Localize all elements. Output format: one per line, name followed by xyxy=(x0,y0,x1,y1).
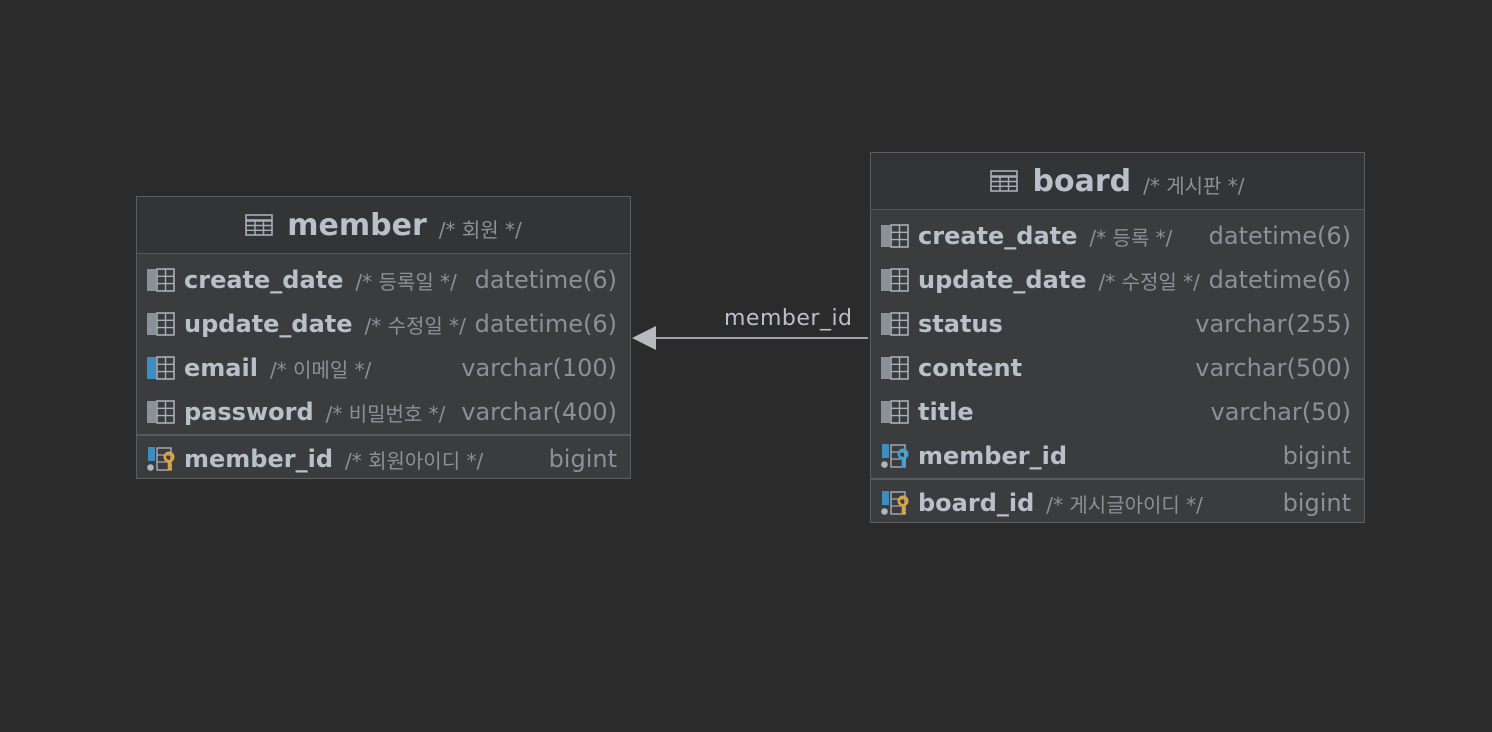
column-icon xyxy=(881,268,909,292)
column-name: member_id xyxy=(184,445,333,473)
column-name: status xyxy=(918,310,1003,338)
column-type: datetime(6) xyxy=(474,310,617,338)
column-row[interactable]: update_date /* 수정일 */ datetime(6) xyxy=(871,258,1364,302)
column-name: password xyxy=(184,398,314,426)
table-icon xyxy=(245,214,273,236)
column-type: datetime(6) xyxy=(474,266,617,294)
column-type: varchar(400) xyxy=(461,398,617,426)
column-name: title xyxy=(918,398,974,426)
entity-title: member xyxy=(287,207,427,243)
column-name: board_id xyxy=(918,489,1035,517)
column-list: create_date /* 등록일 */ datetime(6) update… xyxy=(137,254,630,434)
table-icon xyxy=(990,170,1018,192)
column-row[interactable]: member_id bigint xyxy=(871,434,1364,478)
column-comment: /* 등록 */ xyxy=(1089,225,1173,250)
column-name: member_id xyxy=(918,442,1067,470)
column-type: varchar(500) xyxy=(1195,354,1351,382)
entity-board[interactable]: board /* 게시판 */ create_date /* 등록 */ dat… xyxy=(870,152,1365,523)
column-icon xyxy=(147,400,175,424)
column-row[interactable]: create_date /* 등록 */ datetime(6) xyxy=(871,214,1364,258)
primary-key-icon xyxy=(147,447,175,471)
primary-key-row[interactable]: member_id /* 회원아이디 */ bigint xyxy=(137,437,630,481)
column-name: content xyxy=(918,354,1023,382)
column-type: bigint xyxy=(1282,442,1351,470)
column-row[interactable]: create_date /* 등록일 */ datetime(6) xyxy=(137,258,630,302)
primary-key-row[interactable]: board_id /* 게시글아이디 */ bigint xyxy=(871,481,1364,525)
column-type: varchar(100) xyxy=(461,354,617,382)
primary-key-list: member_id /* 회원아이디 */ bigint xyxy=(137,436,630,481)
entity-comment: /* 게시판 */ xyxy=(1143,173,1245,198)
relationship-label: member_id xyxy=(724,306,853,331)
column-row[interactable]: status varchar(255) xyxy=(871,302,1364,346)
column-icon xyxy=(147,312,175,336)
entity-member[interactable]: member /* 회원 */ create_date /* 등록일 */ da… xyxy=(136,196,631,479)
column-comment: /* 비밀번호 */ xyxy=(325,401,446,426)
column-comment: /* 수정일 */ xyxy=(1098,269,1200,294)
column-comment: /* 등록일 */ xyxy=(355,269,457,294)
column-type: varchar(50) xyxy=(1210,398,1352,426)
entity-header: member /* 회원 */ xyxy=(137,197,630,254)
column-icon xyxy=(881,312,909,336)
column-comment: /* 이메일 */ xyxy=(269,357,372,382)
column-type: varchar(255) xyxy=(1195,310,1351,338)
unique-column-icon xyxy=(147,356,175,380)
column-type: bigint xyxy=(1282,489,1351,517)
entity-comment: /* 회원 */ xyxy=(438,217,522,242)
column-row[interactable]: content varchar(500) xyxy=(871,346,1364,390)
entity-title: board xyxy=(1032,163,1132,199)
column-icon xyxy=(881,224,909,248)
column-comment: /* 게시글아이디 */ xyxy=(1046,492,1203,517)
column-row[interactable]: title varchar(50) xyxy=(871,390,1364,434)
column-type: datetime(6) xyxy=(1208,266,1351,294)
column-icon xyxy=(881,400,909,424)
column-icon xyxy=(147,268,175,292)
column-row[interactable]: update_date /* 수정일 */ datetime(6) xyxy=(137,302,630,346)
column-name: create_date xyxy=(184,266,344,294)
column-type: bigint xyxy=(548,445,617,473)
column-comment: /* 수정일 */ xyxy=(364,313,466,338)
entity-header: board /* 게시판 */ xyxy=(871,153,1364,210)
column-name: update_date xyxy=(918,266,1087,294)
relationship-arrowhead xyxy=(632,326,656,350)
column-icon xyxy=(881,356,909,380)
foreign-key-icon xyxy=(881,444,909,468)
column-name: email xyxy=(184,354,258,382)
column-name: update_date xyxy=(184,310,353,338)
column-type: datetime(6) xyxy=(1208,222,1351,250)
column-row[interactable]: password /* 비밀번호 */ varchar(400) xyxy=(137,390,630,434)
column-row[interactable]: email /* 이메일 */ varchar(100) xyxy=(137,346,630,390)
column-name: create_date xyxy=(918,222,1078,250)
primary-key-icon xyxy=(881,491,909,515)
column-list: create_date /* 등록 */ datetime(6) update_… xyxy=(871,210,1364,478)
primary-key-list: board_id /* 게시글아이디 */ bigint xyxy=(871,480,1364,525)
column-comment: /* 회원아이디 */ xyxy=(345,448,484,473)
